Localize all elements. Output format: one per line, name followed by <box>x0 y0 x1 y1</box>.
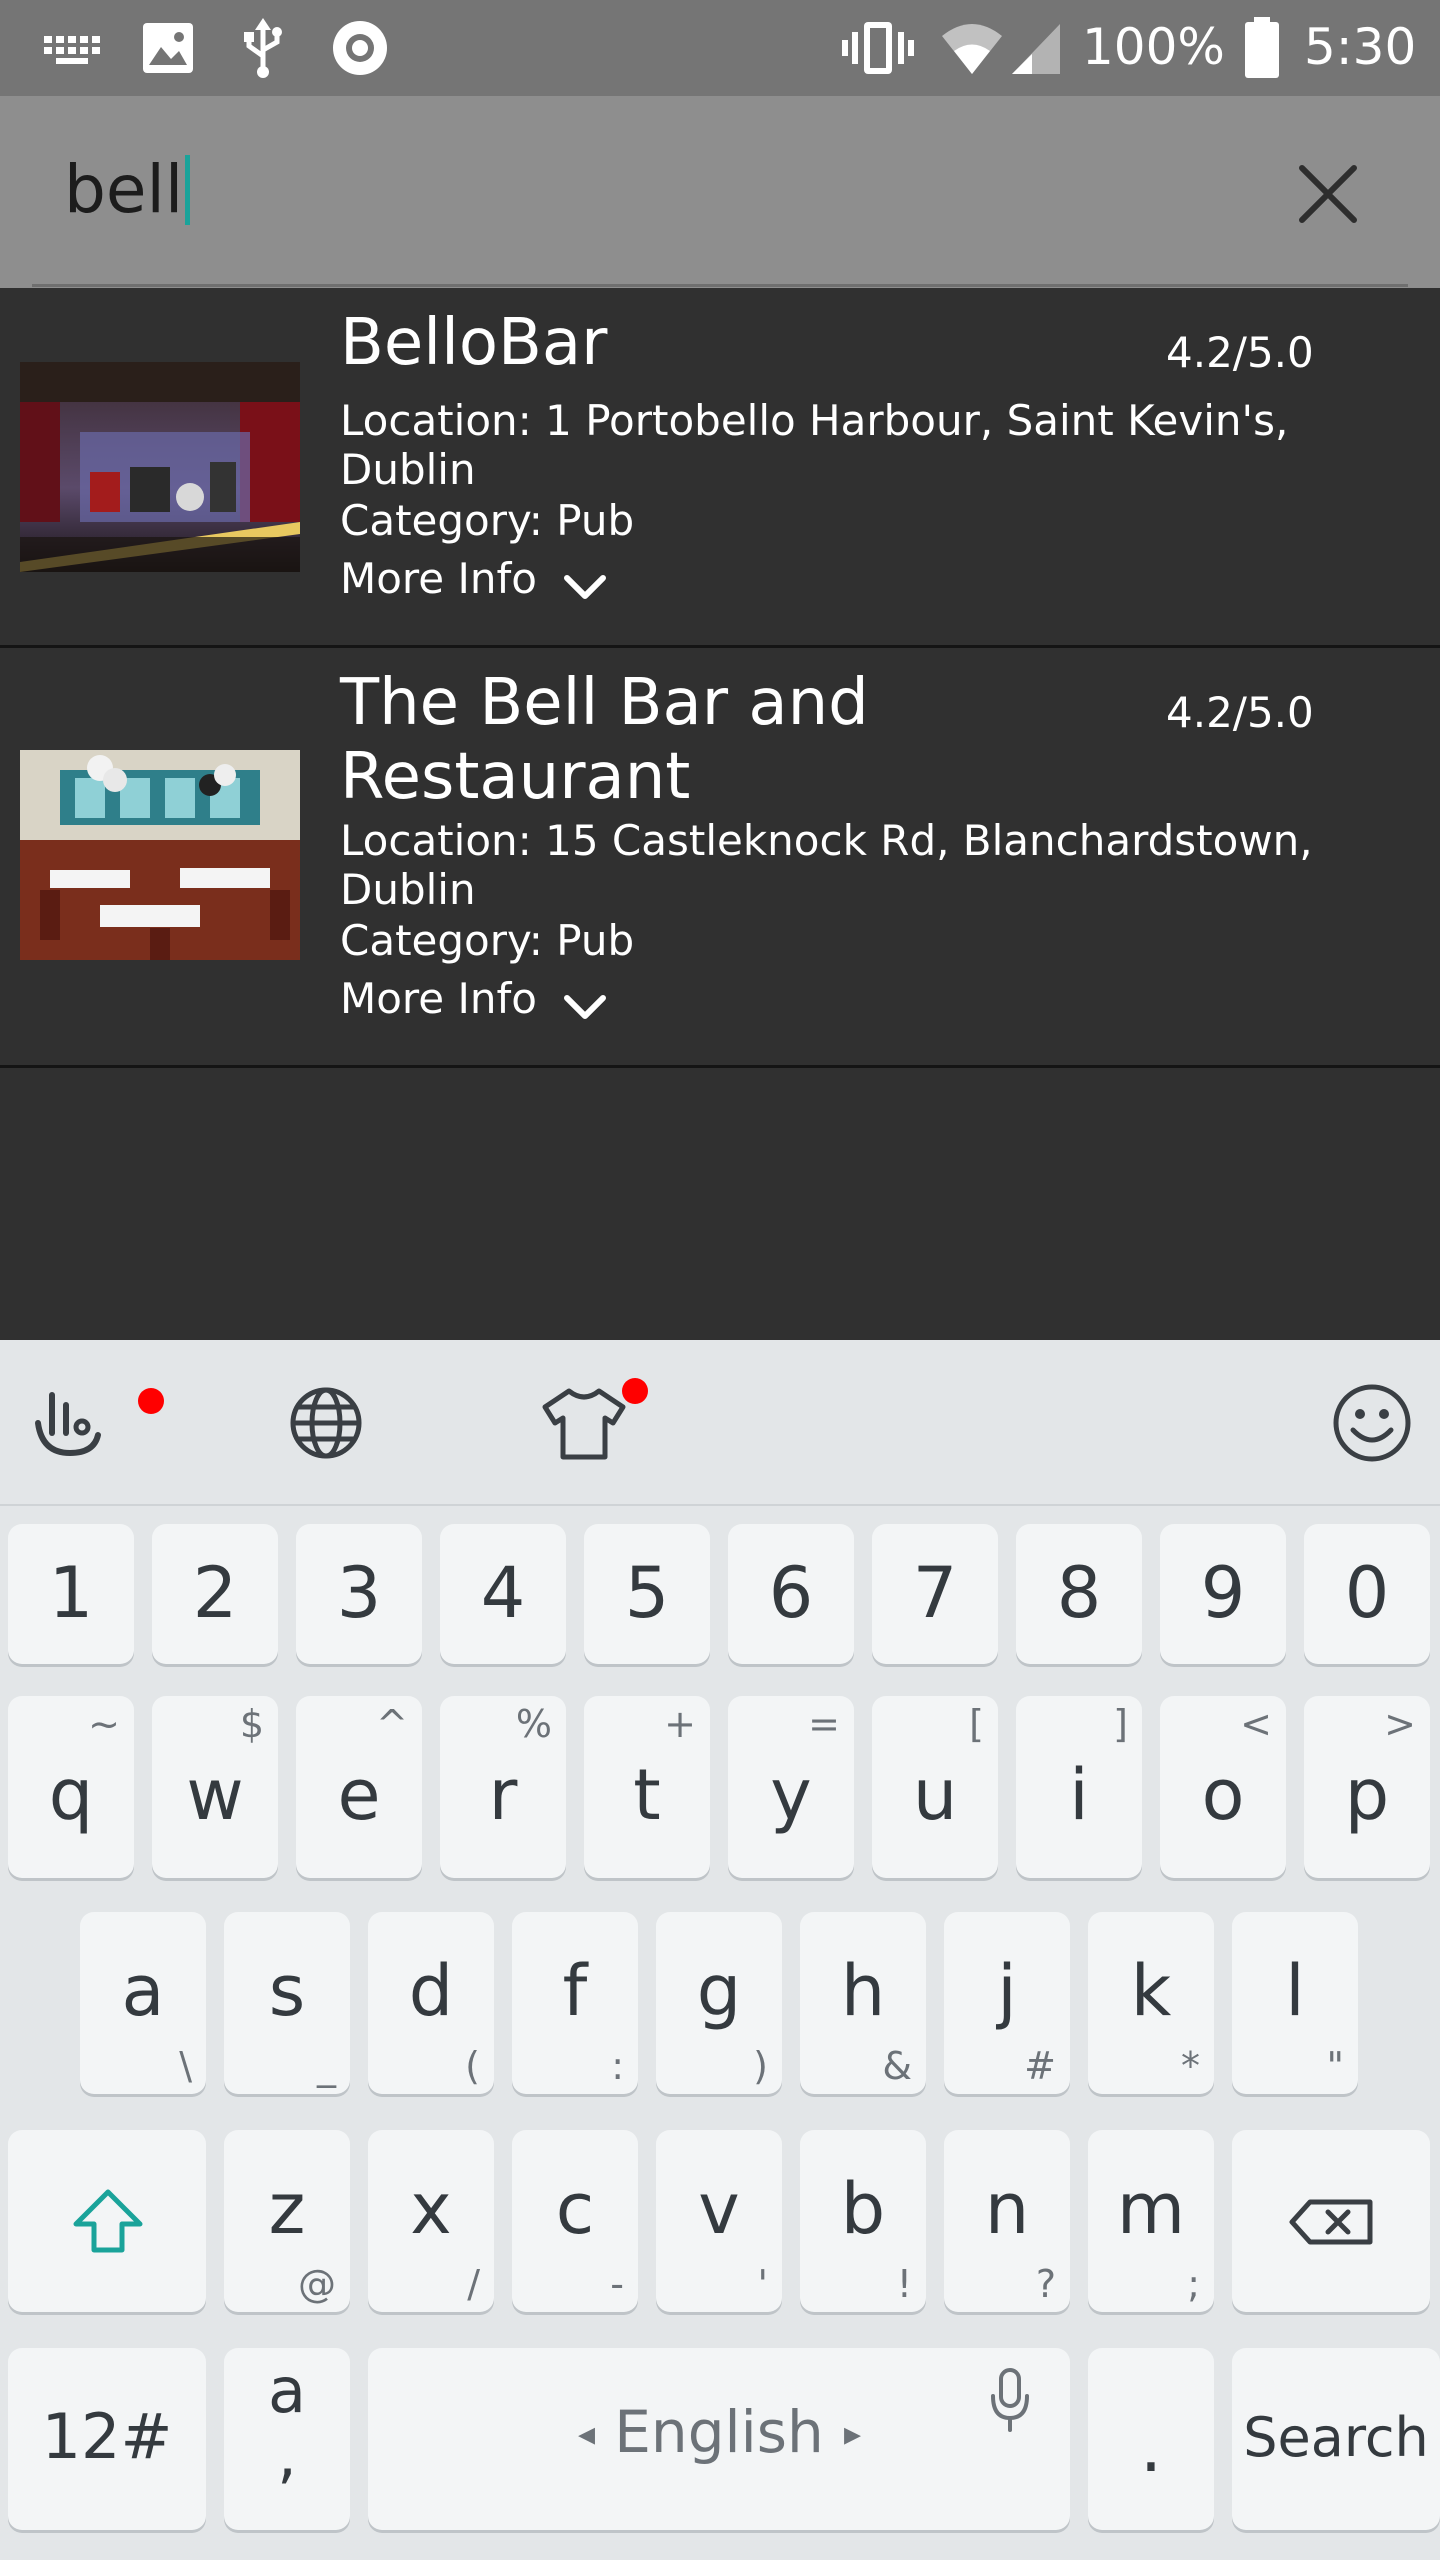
key-5[interactable]: 5 <box>584 1524 710 1664</box>
text-caret <box>185 155 191 225</box>
keyboard-icon <box>40 18 104 78</box>
key-x[interactable]: x / <box>368 2130 494 2312</box>
theme-button[interactable] <box>534 1373 634 1473</box>
period-key[interactable]: . <box>1088 2348 1214 2530</box>
more-info-button[interactable]: More Info <box>340 554 607 604</box>
search-input[interactable]: bell <box>64 140 191 240</box>
battery-icon <box>1242 17 1282 78</box>
list-item[interactable]: The Bell Bar and Restaurant 4.2/5.0 Loca… <box>0 648 1440 1068</box>
key-k[interactable]: k * <box>1088 1912 1214 2094</box>
clock-time: 5:30 <box>1304 18 1417 76</box>
results-list: BelloBar 4.2/5.0 Location: 1 Portobello … <box>0 288 1440 1340</box>
touchpal-icon <box>35 1392 101 1457</box>
more-info-label: More Info <box>340 974 537 1023</box>
key-8[interactable]: 8 <box>1016 1524 1142 1664</box>
theme-shirt-icon <box>542 1388 626 1460</box>
notification-dot <box>622 1378 648 1404</box>
chevron-down-icon <box>563 575 606 599</box>
key-s[interactable]: s _ <box>224 1912 350 2094</box>
key-2[interactable]: 2 <box>152 1524 278 1664</box>
usb-icon <box>236 18 290 78</box>
search-action-key[interactable]: Search <box>1232 2348 1440 2530</box>
shift-key[interactable] <box>8 2130 206 2312</box>
battery-percent: 100% <box>1082 18 1225 76</box>
key-d[interactable]: d( <box>368 1912 494 2094</box>
key-7[interactable]: 7 <box>872 1524 998 1664</box>
key-b[interactable]: b! <box>800 2130 926 2312</box>
result-location: Location: 15 Castleknock Rd, Blanchardst… <box>340 816 1313 914</box>
key-u[interactable]: [u <box>872 1696 998 1878</box>
result-name: BelloBar <box>340 306 608 380</box>
soft-keyboard: 1 2 3 4 5 6 7 8 9 0 ~ q $ w ^ e % r + t = y [u… <box>0 1340 1440 2560</box>
key-4[interactable]: 4 <box>440 1524 566 1664</box>
clear-search-button[interactable] <box>1290 156 1366 232</box>
backspace-key[interactable] <box>1232 2130 1430 2312</box>
image-icon <box>140 18 196 78</box>
key-3[interactable]: 3 <box>296 1524 422 1664</box>
key-m[interactable]: m; <box>1088 2130 1214 2312</box>
key-n[interactable]: n? <box>944 2130 1070 2312</box>
chevron-down-icon <box>563 995 606 1019</box>
key-p[interactable]: > p <box>1304 1696 1430 1878</box>
notification-dot <box>138 1388 164 1414</box>
wifi-icon <box>940 18 1004 78</box>
key-g[interactable]: g) <box>656 1912 782 2094</box>
key-v[interactable]: v ' <box>656 2130 782 2312</box>
touchpal-button[interactable] <box>18 1373 118 1473</box>
key-o[interactable]: < o <box>1160 1696 1286 1878</box>
close-icon <box>1299 165 1357 223</box>
search-bar: bell <box>0 96 1440 288</box>
backspace-icon <box>1289 2199 1373 2245</box>
signal-icon <box>1010 18 1062 78</box>
key-l[interactable]: l " <box>1232 1912 1358 2094</box>
language-next-arrow: ▸ <box>844 2414 862 2454</box>
result-location: Location: 1 Portobello Harbour, Saint Ke… <box>340 396 1289 494</box>
globe-icon <box>290 1387 362 1459</box>
search-query-text: bell <box>64 151 184 228</box>
key-f[interactable]: f: <box>512 1912 638 2094</box>
search-underline <box>32 284 1408 287</box>
result-rating: 4.2/5.0 <box>1166 328 1314 377</box>
punctuation-key[interactable]: a , <box>224 2348 350 2530</box>
shift-arrow-icon <box>73 2189 143 2253</box>
more-info-label: More Info <box>340 554 537 603</box>
key-e[interactable]: ^ e <box>296 1696 422 1878</box>
key-y[interactable]: = y <box>728 1696 854 1878</box>
key-r[interactable]: % r <box>440 1696 566 1878</box>
space-key[interactable]: ◂ English ▸ <box>368 2348 1070 2530</box>
vibrate-icon <box>840 18 916 78</box>
symbols-key[interactable]: 12# <box>8 2348 206 2530</box>
emoji-icon <box>1333 1384 1411 1462</box>
key-9[interactable]: 9 <box>1160 1524 1286 1664</box>
bar-stage-photo <box>20 362 300 572</box>
restaurant-dining-photo <box>20 750 300 960</box>
list-item[interactable]: BelloBar 4.2/5.0 Location: 1 Portobello … <box>0 288 1440 648</box>
language-button[interactable] <box>276 1373 376 1473</box>
key-w[interactable]: $ w <box>152 1696 278 1878</box>
result-rating: 4.2/5.0 <box>1166 688 1314 737</box>
more-info-button[interactable]: More Info <box>340 974 607 1024</box>
key-q[interactable]: ~ q <box>8 1696 134 1878</box>
result-category: Category: Pub <box>340 496 635 545</box>
key-6[interactable]: 6 <box>728 1524 854 1664</box>
key-t[interactable]: + t <box>584 1696 710 1878</box>
result-category: Category: Pub <box>340 916 635 965</box>
key-z[interactable]: z @ <box>224 2130 350 2312</box>
key-c[interactable]: c- <box>512 2130 638 2312</box>
emoji-button[interactable] <box>1322 1373 1422 1473</box>
status-bar: 100% 5:30 <box>0 0 1440 96</box>
result-name: The Bell Bar and Restaurant <box>340 666 869 814</box>
key-h[interactable]: h & <box>800 1912 926 2094</box>
key-0[interactable]: 0 <box>1304 1524 1430 1664</box>
record-icon <box>330 18 390 78</box>
microphone-icon <box>991 2368 1029 2432</box>
key-1[interactable]: 1 <box>8 1524 134 1664</box>
key-i[interactable]: ] i <box>1016 1696 1142 1878</box>
key-j[interactable]: j # <box>944 1912 1070 2094</box>
keyboard-toolbar <box>0 1340 1440 1506</box>
key-a[interactable]: a \ <box>80 1912 206 2094</box>
